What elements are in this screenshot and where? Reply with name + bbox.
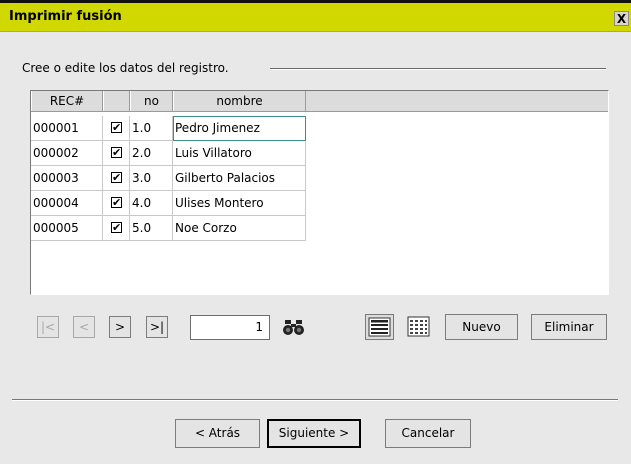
table-row[interactable]: 000005 ✔ 5.0 Noe Corzo <box>31 216 306 241</box>
back-button[interactable]: < Atrás <box>175 419 260 448</box>
first-record-button[interactable]: |< <box>37 316 59 338</box>
cell-check[interactable]: ✔ <box>103 191 130 216</box>
list-view-icon[interactable] <box>365 314 394 340</box>
column-header-nombre[interactable]: nombre <box>173 91 306 111</box>
last-record-button[interactable]: >| <box>146 316 168 338</box>
cell-nombre[interactable]: Luis Villatoro <box>173 141 306 166</box>
cell-no[interactable]: 3.0 <box>130 166 173 191</box>
table-row[interactable]: 000002 ✔ 2.0 Luis Villatoro <box>31 141 306 166</box>
row-checkbox[interactable]: ✔ <box>111 122 122 133</box>
window-title: Imprimir fusión <box>9 9 122 24</box>
cell-no[interactable]: 5.0 <box>130 216 173 241</box>
close-button[interactable]: X <box>614 11 629 26</box>
table-row[interactable]: 000003 ✔ 3.0 Gilberto Palacios <box>31 166 306 191</box>
row-checkbox[interactable]: ✔ <box>111 147 122 158</box>
cell-nombre[interactable]: Ulises Montero <box>173 191 306 216</box>
new-record-button[interactable]: Nuevo <box>445 314 518 340</box>
previous-record-button[interactable]: < <box>73 316 95 338</box>
column-header-check[interactable] <box>103 91 130 111</box>
table-row[interactable]: 000001 ✔ 1.0 Pedro Jimenez <box>31 116 306 141</box>
grid-view-icon[interactable] <box>404 314 433 340</box>
cell-check[interactable]: ✔ <box>103 166 130 191</box>
cell-nombre[interactable]: Gilberto Palacios <box>173 166 306 191</box>
cancel-button[interactable]: Cancelar <box>385 419 471 448</box>
cell-rec[interactable]: 000001 <box>31 116 103 141</box>
column-header-no[interactable]: no <box>130 91 173 111</box>
record-number-input[interactable]: 1 <box>190 315 270 340</box>
footer-divider <box>12 399 618 401</box>
cell-check[interactable]: ✔ <box>103 216 130 241</box>
row-checkbox[interactable]: ✔ <box>111 222 122 233</box>
binoculars-icon[interactable] <box>279 314 308 340</box>
section-divider <box>270 68 606 70</box>
table-row[interactable]: 000004 ✔ 4.0 Ulises Montero <box>31 191 306 216</box>
title-bar: Imprimir fusión X <box>0 3 631 32</box>
column-header-rec[interactable]: REC# <box>31 91 103 111</box>
grid-header: REC# no nombre <box>31 91 608 112</box>
row-checkbox[interactable]: ✔ <box>111 197 122 208</box>
cell-rec[interactable]: 000004 <box>31 191 103 216</box>
cell-rec[interactable]: 000002 <box>31 141 103 166</box>
next-record-button[interactable]: > <box>109 316 131 338</box>
cell-no[interactable]: 1.0 <box>130 116 173 141</box>
cell-check[interactable]: ✔ <box>103 116 130 141</box>
cell-nombre[interactable]: Noe Corzo <box>173 216 306 241</box>
cell-rec[interactable]: 000005 <box>31 216 103 241</box>
delete-record-button[interactable]: Eliminar <box>531 314 607 340</box>
row-checkbox[interactable]: ✔ <box>111 172 122 183</box>
cell-check[interactable]: ✔ <box>103 141 130 166</box>
cell-rec[interactable]: 000003 <box>31 166 103 191</box>
cell-no[interactable]: 4.0 <box>130 191 173 216</box>
records-grid[interactable]: REC# no nombre 000001 ✔ 1.0 Pedro Jimene… <box>30 90 609 295</box>
cell-no[interactable]: 2.0 <box>130 141 173 166</box>
cell-nombre[interactable]: Pedro Jimenez <box>173 116 306 141</box>
section-label: Cree o edite los datos del registro. <box>22 61 229 75</box>
next-button[interactable]: Siguiente > <box>267 419 361 448</box>
